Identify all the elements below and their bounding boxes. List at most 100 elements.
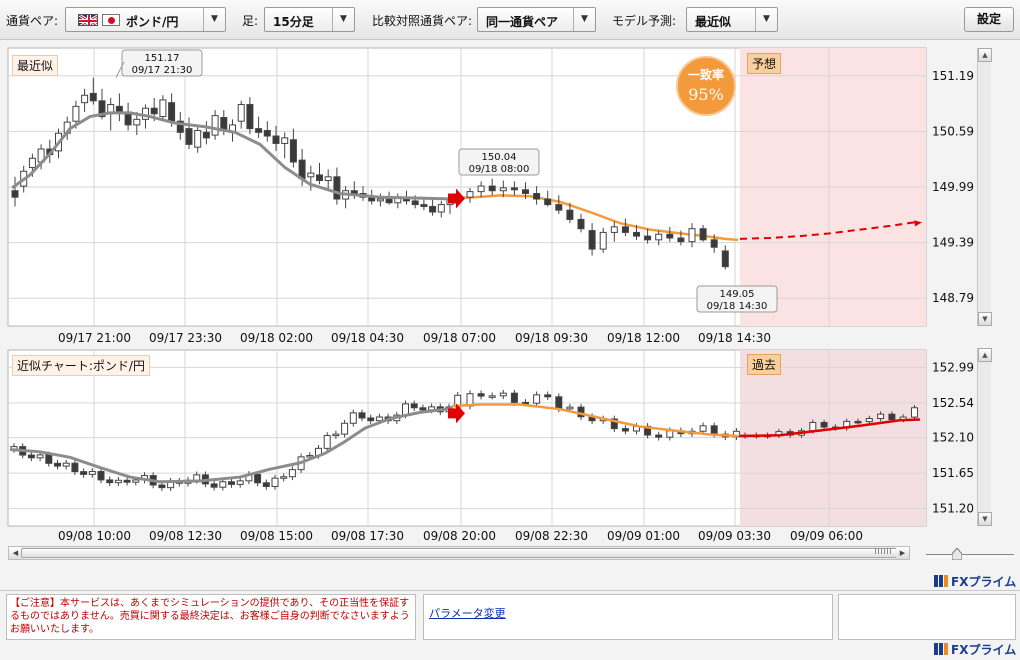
timeframe-select[interactable]: 15分足 ▼ xyxy=(264,7,355,32)
x-tick-label: 09/17 21:00 xyxy=(58,331,131,345)
candle xyxy=(621,428,629,432)
candle xyxy=(246,104,254,130)
candle xyxy=(193,474,201,481)
y-tick-label: 151.19 xyxy=(932,69,974,83)
currency-pair-label: 通貨ペア: xyxy=(6,14,59,28)
candle xyxy=(159,99,167,118)
bottom-vertical-scrollbar[interactable]: ▲ ▼ xyxy=(977,348,992,526)
candle xyxy=(255,128,263,133)
x-tick-label: 09/17 23:30 xyxy=(149,331,222,345)
settings-button[interactable]: 設定 xyxy=(964,7,1014,32)
candle xyxy=(62,462,70,467)
candle xyxy=(376,198,384,202)
x-tick-label: 09/18 02:00 xyxy=(240,331,313,345)
y-tick-label: 148.79 xyxy=(932,291,974,305)
zoom-slider-track[interactable] xyxy=(926,554,1014,557)
model-label: モデル予測: xyxy=(612,14,677,28)
approximate-chart: 152.99 152.54 152.10 151.65 151.20 xyxy=(7,349,974,527)
scroll-up-icon[interactable]: ▲ xyxy=(978,48,992,62)
scroll-right-icon[interactable]: ▶ xyxy=(896,547,909,559)
candle xyxy=(477,393,485,397)
y-tick-label: 152.10 xyxy=(932,431,974,445)
candle xyxy=(488,185,496,192)
top-panel-label: 最近似 xyxy=(12,55,59,76)
candle xyxy=(114,479,122,484)
candle xyxy=(280,476,288,479)
fxprime-logo-icon xyxy=(934,643,948,655)
candle xyxy=(533,394,541,404)
callout-time: 09/18 14:30 xyxy=(707,301,768,312)
candle xyxy=(123,479,131,483)
candle xyxy=(420,204,428,207)
chevron-down-icon: ▼ xyxy=(203,8,225,31)
x-tick-label: 09/09 06:00 xyxy=(790,529,863,543)
candle xyxy=(88,470,96,475)
compare-pair-value: 同一通貨ペア xyxy=(486,15,559,29)
candle xyxy=(410,403,418,409)
candle xyxy=(555,204,563,211)
candle xyxy=(36,454,44,459)
candle xyxy=(854,420,862,424)
parameter-panel: パラメータ変更 xyxy=(423,594,833,640)
candle xyxy=(97,470,105,481)
y-tick-label: 152.99 xyxy=(932,360,974,374)
callout-value: 149.05 xyxy=(720,289,755,300)
candle xyxy=(237,104,245,122)
scroll-up-icon[interactable]: ▲ xyxy=(978,348,992,362)
x-tick-label: 09/08 17:30 xyxy=(331,529,404,543)
candle xyxy=(710,239,718,248)
candle xyxy=(488,395,496,398)
candle xyxy=(510,392,518,403)
candle xyxy=(27,454,35,459)
candle xyxy=(219,481,227,488)
scrollbar-grip-icon xyxy=(875,548,893,554)
candle xyxy=(210,483,218,488)
candle xyxy=(168,102,176,122)
zoom-slider-handle[interactable] xyxy=(952,548,962,560)
model-select[interactable]: 最近似 ▼ xyxy=(686,7,778,32)
candle xyxy=(106,479,114,484)
candle xyxy=(555,396,563,410)
low-price-callout: 149.0509/18 14:30 xyxy=(696,285,778,313)
match-rate-value: 95% xyxy=(688,85,724,104)
candle xyxy=(544,394,552,398)
candle xyxy=(820,421,828,428)
scrollbar-thumb[interactable] xyxy=(21,548,899,558)
candle xyxy=(80,471,88,475)
compare-pair-label: 比較対照通貨ペア: xyxy=(372,14,473,28)
parameter-change-link[interactable]: パラメータ変更 xyxy=(429,605,506,621)
currency-pair-select[interactable]: ポンド/円 ▼ xyxy=(65,7,226,32)
callout-value: 150.04 xyxy=(482,152,517,163)
x-tick-label: 09/18 12:00 xyxy=(607,331,680,345)
x-tick-label: 09/18 07:00 xyxy=(423,331,496,345)
candle xyxy=(566,406,574,410)
y-tick-label: 149.99 xyxy=(932,180,974,194)
top-vertical-scrollbar[interactable]: ▲ ▼ xyxy=(977,48,992,326)
candle xyxy=(333,176,341,200)
candle xyxy=(477,185,485,193)
timeframe-value: 15分足 xyxy=(273,15,314,29)
bottom-panel-label: 近似チャート:ポンド/円 xyxy=(12,355,150,376)
jp-flag-icon xyxy=(102,14,120,26)
brand-logo: FXプライム xyxy=(934,573,1016,590)
x-tick-label: 09/08 12:30 xyxy=(149,529,222,543)
scroll-down-icon[interactable]: ▼ xyxy=(978,312,992,326)
candle xyxy=(254,473,262,484)
scroll-down-icon[interactable]: ▼ xyxy=(978,512,992,526)
compare-pair-select[interactable]: 同一通貨ペア ▼ xyxy=(477,7,596,32)
candle xyxy=(666,233,674,239)
horizontal-scrollbar[interactable]: ◀ ▶ xyxy=(8,546,910,560)
brand-logo-footer: FXプライム xyxy=(934,641,1016,658)
candle xyxy=(499,187,507,192)
candle xyxy=(211,115,219,136)
candle xyxy=(466,191,474,198)
prediction-zone-label: 予想 xyxy=(747,53,782,74)
candle xyxy=(588,230,596,250)
currency-pair-value: ポンド/円 xyxy=(126,15,179,29)
candle xyxy=(610,226,618,233)
candle xyxy=(262,482,270,487)
candle xyxy=(621,226,629,233)
candle xyxy=(510,187,518,191)
candle xyxy=(150,107,158,115)
candle xyxy=(599,231,607,250)
